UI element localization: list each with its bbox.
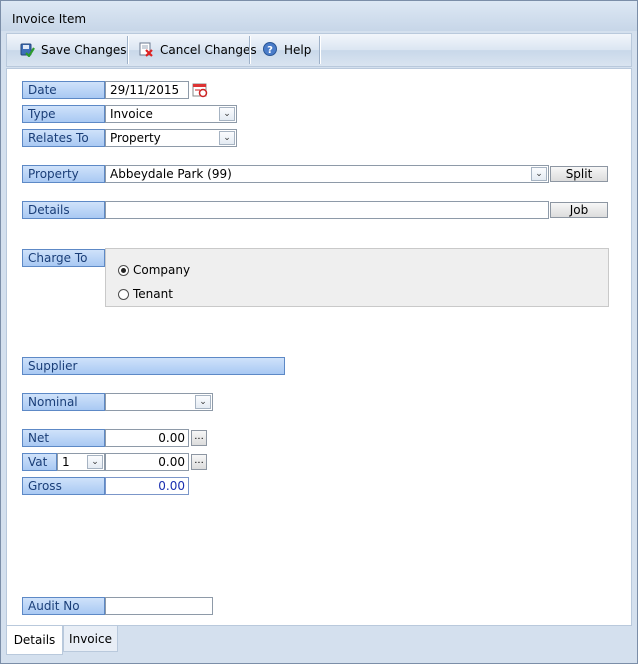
toolbar-separator <box>127 36 128 64</box>
help-button[interactable]: ? Help <box>262 34 311 66</box>
radio-tenant-circle[interactable] <box>118 288 129 300</box>
chevron-down-icon[interactable]: ⌄ <box>219 131 235 145</box>
audit-no-label: Audit No <box>22 597 105 615</box>
charge-to-label: Charge To <box>22 249 105 267</box>
help-icon: ? <box>262 41 278 60</box>
vat-ellipsis-button[interactable]: ... <box>191 454 207 470</box>
cancel-changes-label: Cancel Changes <box>160 43 257 57</box>
relates-to-label: Relates To <box>22 129 105 147</box>
type-select[interactable]: Invoice ⌄ <box>105 105 237 123</box>
radio-company-label: Company <box>133 263 191 277</box>
window-title: Invoice Item <box>12 12 87 26</box>
radio-company[interactable]: Company <box>118 263 190 277</box>
net-ellipsis-button[interactable]: ... <box>191 430 207 446</box>
property-value: Abbeydale Park (99) <box>110 167 232 181</box>
svg-text:?: ? <box>267 45 273 56</box>
tab-invoice[interactable]: Invoice <box>63 626 118 652</box>
charge-to-group: Company Tenant <box>105 248 609 307</box>
save-icon <box>19 41 35 60</box>
save-changes-label: Save Changes <box>41 43 127 57</box>
radio-tenant-label: Tenant <box>133 287 173 301</box>
details-field[interactable] <box>105 201 549 219</box>
details-label: Details <box>22 201 105 219</box>
save-changes-button[interactable]: Save Changes <box>19 34 126 66</box>
vat-field[interactable]: 0.00 <box>105 453 189 471</box>
invoice-item-window: Invoice Item Save Changes Cancel Changes… <box>0 0 638 664</box>
nominal-label: Nominal <box>22 393 105 411</box>
vat-rate-value: 1 <box>62 455 70 469</box>
chevron-down-icon[interactable]: ⌄ <box>195 395 211 409</box>
details-panel: Date 29/11/2015 Type Invoice ⌄ Relates T… <box>6 68 632 626</box>
type-value: Invoice <box>110 107 153 121</box>
job-button[interactable]: Job <box>550 202 608 218</box>
relates-to-value: Property <box>110 131 161 145</box>
radio-company-circle[interactable] <box>118 264 129 276</box>
vat-label: Vat <box>22 453 57 471</box>
toolbar-separator <box>249 36 250 64</box>
nominal-select[interactable]: ⌄ <box>105 393 213 411</box>
cancel-changes-button[interactable]: Cancel Changes <box>138 34 257 66</box>
tab-details[interactable]: Details <box>6 626 63 655</box>
relates-to-select[interactable]: Property ⌄ <box>105 129 237 147</box>
cancel-icon <box>138 41 154 60</box>
audit-no-field[interactable] <box>105 597 213 615</box>
property-label: Property <box>22 165 105 183</box>
net-label: Net <box>22 429 105 447</box>
tab-strip: Details Invoice <box>6 626 632 658</box>
gross-label: Gross <box>22 477 105 495</box>
net-field[interactable]: 0.00 <box>105 429 189 447</box>
help-label: Help <box>284 43 312 57</box>
split-button[interactable]: Split <box>550 166 608 182</box>
radio-tenant[interactable]: Tenant <box>118 287 173 301</box>
title-bar: Invoice Item <box>1 1 637 31</box>
gross-field[interactable]: 0.00 <box>105 477 189 495</box>
date-label: Date <box>22 81 105 99</box>
toolbar-separator <box>319 36 320 64</box>
property-select[interactable]: Abbeydale Park (99) ⌄ <box>105 165 549 183</box>
vat-rate-select[interactable]: 1 ⌄ <box>57 453 105 471</box>
chevron-down-icon[interactable]: ⌄ <box>87 455 103 469</box>
date-field[interactable]: 29/11/2015 <box>105 81 189 99</box>
calendar-icon[interactable] <box>192 82 208 101</box>
type-label: Type <box>22 105 105 123</box>
chevron-down-icon[interactable]: ⌄ <box>219 107 235 121</box>
chevron-down-icon[interactable]: ⌄ <box>531 167 547 181</box>
supplier-label[interactable]: Supplier <box>22 357 285 375</box>
toolbar: Save Changes Cancel Changes ? Help <box>6 33 632 67</box>
